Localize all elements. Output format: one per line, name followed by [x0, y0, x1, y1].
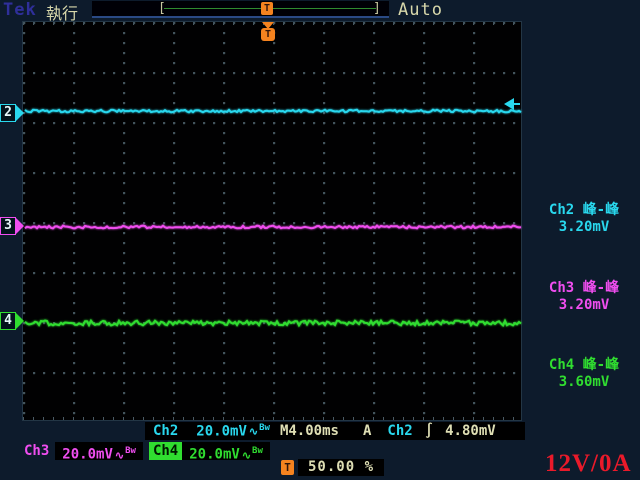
trigger-source: Ch2	[387, 423, 412, 439]
channel-3-marker-arrow-icon	[16, 218, 24, 234]
psu-overlay-label: 12V/0A	[545, 450, 632, 478]
record-view-bar: [ ] T	[92, 1, 389, 18]
trace-ch2	[25, 110, 521, 113]
measurement-ch2-title: Ch2 峰-峰	[529, 202, 639, 219]
readout-row-2: Ch3 20.0mV∿Bw Ch4 20.0mV∿Bw	[24, 442, 270, 460]
measurement-ch4-title: Ch4 峰-峰	[529, 357, 639, 374]
measurement-ch4-value: 3.60mV	[529, 374, 639, 391]
oscilloscope-screen: Tek 執行 [ ] T Auto T 2 3 4 Ch2 峰-峰 3.20mV	[0, 0, 640, 480]
acquisition-mode-label: Auto	[398, 0, 443, 20]
channel-2-marker-arrow-icon	[16, 105, 24, 121]
channel-4-marker[interactable]: 4	[0, 312, 24, 330]
tek-logo: Tek	[3, 0, 37, 20]
measurement-ch3-value: 3.20mV	[529, 297, 639, 314]
record-window-right-bracket: ]	[373, 1, 381, 16]
trigger-slope-icon: ∫	[425, 423, 433, 439]
ch3-bandwidth-icon: Bw	[125, 446, 136, 456]
ch2-coupling-icon: ∿	[249, 425, 258, 438]
ch2-readout-label: Ch2	[153, 423, 178, 439]
timebase-readout: M4.00ms	[280, 423, 339, 439]
channel-4-marker-arrow-icon	[16, 313, 24, 329]
measurement-ch3-title: Ch3 峰-峰	[529, 280, 639, 297]
ch4-readout-label: Ch4	[149, 442, 182, 460]
ch3-scale-value: 20.0mV∿Bw	[55, 442, 143, 460]
measurement-ch2-value: 3.20mV	[529, 219, 639, 236]
trigger-position-t-icon: T	[261, 28, 275, 41]
readout-row-1: Ch2 20.0mV∿Bw M4.00ms A Ch2 ∫ 4.80mV	[145, 422, 525, 440]
measurement-ch2-pkpk: Ch2 峰-峰 3.20mV	[529, 202, 639, 236]
trigger-prefix: A	[363, 423, 371, 439]
ch4-bandwidth-icon: Bw	[252, 446, 263, 456]
trigger-level-marker[interactable]	[504, 98, 520, 110]
channel-4-marker-label: 4	[0, 312, 16, 330]
ch3-coupling-icon: ∿	[115, 449, 124, 462]
trigger-level-tail	[514, 103, 520, 105]
channel-2-marker-label: 2	[0, 104, 16, 122]
ch2-scale-value: 20.0mV∿Bw	[196, 423, 270, 440]
channel-2-marker[interactable]: 2	[0, 104, 24, 122]
measurement-ch3-pkpk: Ch3 峰-峰 3.20mV	[529, 280, 639, 314]
trace-ch3	[25, 226, 521, 229]
trigger-position-value: 50.00 %	[298, 459, 384, 476]
readout-row-3: T 50.00 %	[281, 459, 384, 476]
trigger-level-arrow-icon	[504, 98, 514, 110]
channel-3-marker-label: 3	[0, 217, 16, 235]
trigger-position-icon: T	[281, 460, 294, 475]
channel-3-marker[interactable]: 3	[0, 217, 24, 235]
trigger-level-value: 4.80mV	[445, 423, 496, 439]
trigger-position-mini-icon[interactable]: T	[261, 2, 273, 15]
ch4-scale-value: 20.0mV∿Bw	[182, 442, 270, 460]
trigger-position-marker[interactable]: T	[260, 22, 276, 41]
graticule	[22, 21, 522, 421]
ch2-bandwidth-icon: Bw	[259, 423, 270, 433]
ch4-coupling-icon: ∿	[242, 449, 251, 462]
trace-ch4	[25, 321, 521, 326]
trace-plot	[23, 22, 523, 422]
measurement-ch4-pkpk: Ch4 峰-峰 3.60mV	[529, 357, 639, 391]
ch3-readout-label: Ch3	[24, 443, 49, 459]
